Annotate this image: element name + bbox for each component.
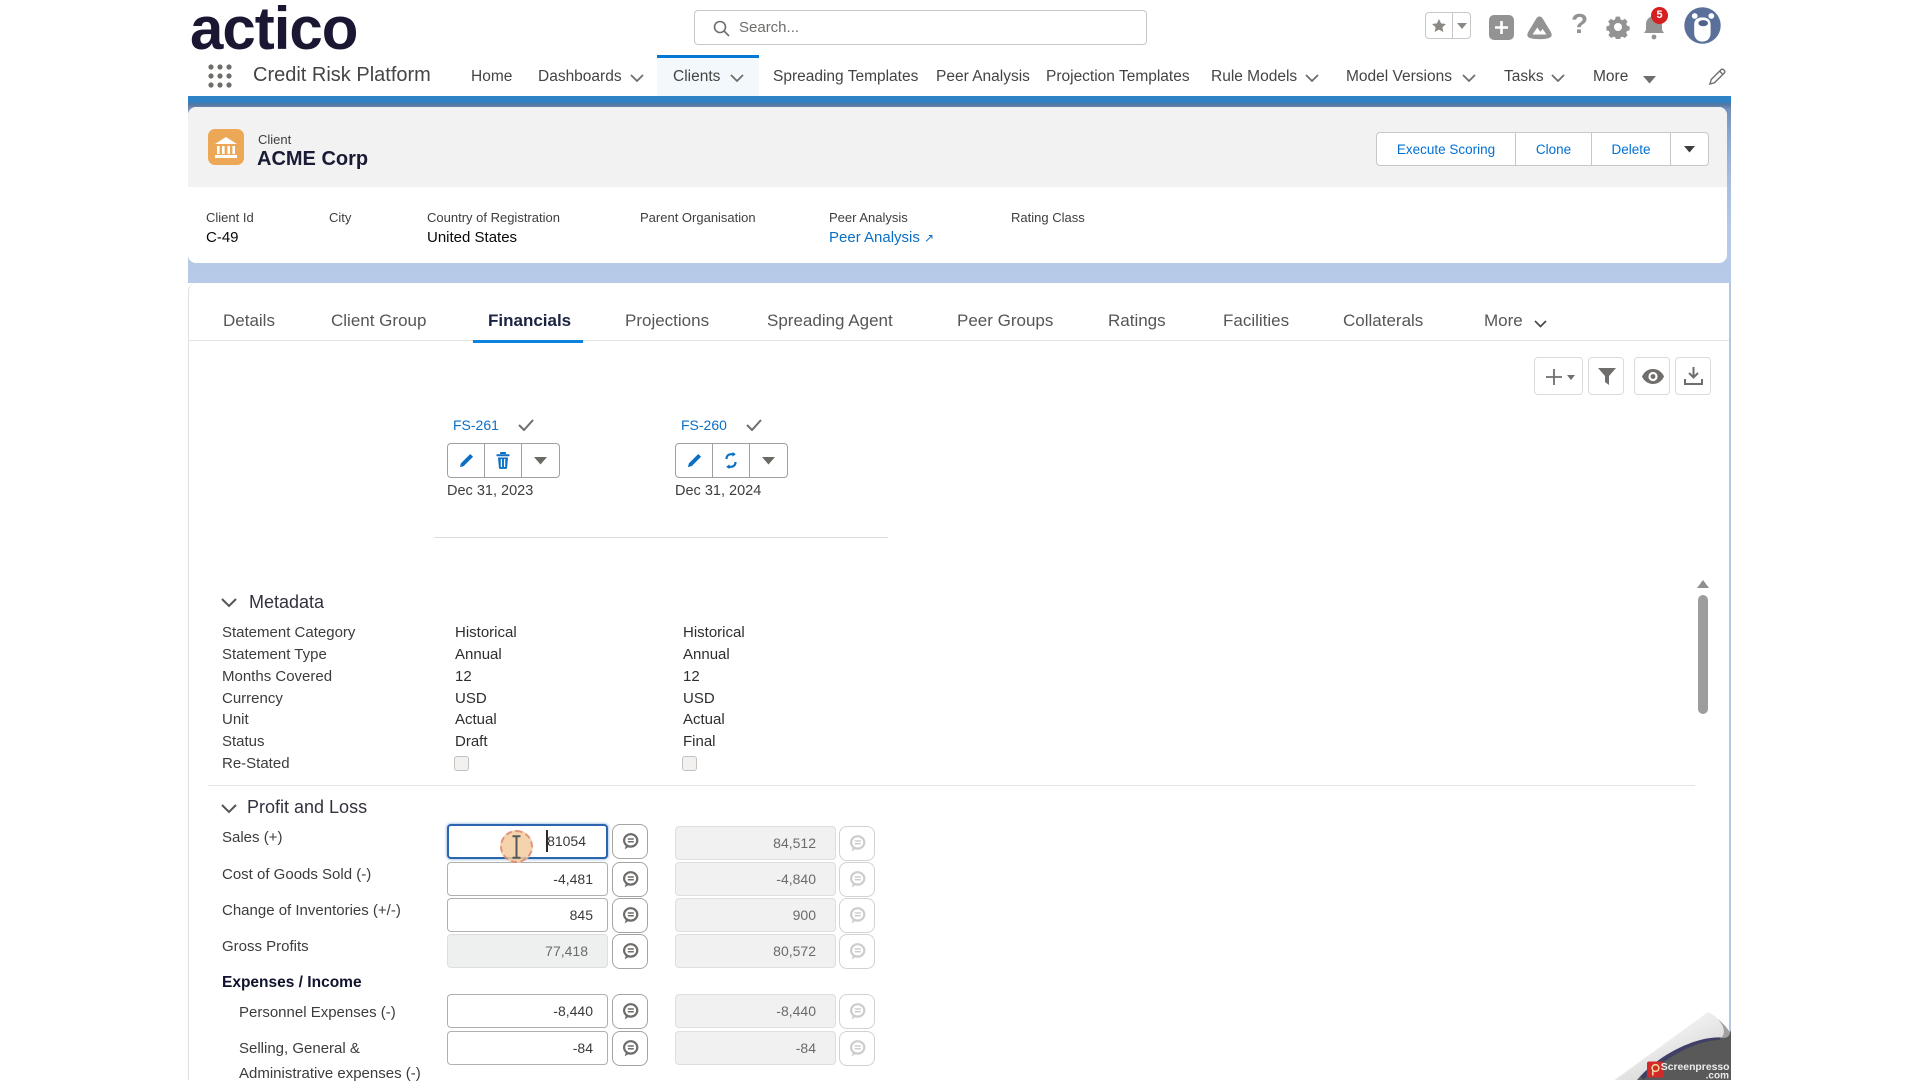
svg-text:.com: .com <box>1706 1071 1729 1081</box>
